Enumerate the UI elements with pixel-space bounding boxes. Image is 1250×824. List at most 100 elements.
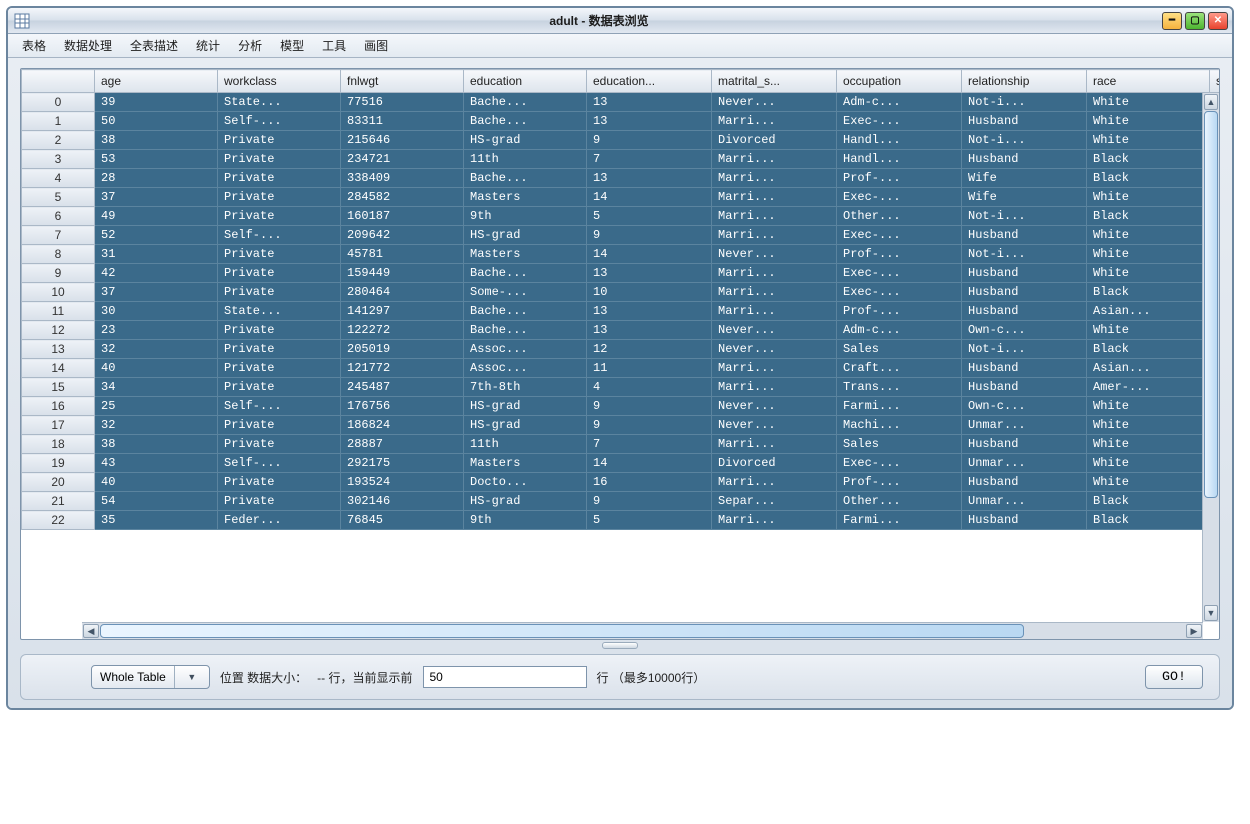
cell[interactable]: 13	[587, 93, 712, 112]
cell[interactable]: Husband	[962, 435, 1087, 454]
cell[interactable]: Never...	[712, 340, 837, 359]
menu-tools[interactable]: 工具	[314, 35, 354, 56]
cell[interactable]: 53	[95, 150, 218, 169]
vscroll-thumb[interactable]	[1204, 111, 1218, 498]
cell[interactable]: Marri...	[712, 226, 837, 245]
cell[interactable]: Exec-...	[837, 112, 962, 131]
cell[interactable]: Marri...	[712, 359, 837, 378]
col-header-education[interactable]: education	[464, 70, 587, 93]
cell[interactable]: Husband	[962, 511, 1087, 530]
row-header[interactable]: 11	[22, 302, 95, 321]
cell[interactable]: 11	[587, 359, 712, 378]
cell[interactable]: 50	[95, 112, 218, 131]
cell[interactable]: Marri...	[712, 150, 837, 169]
cell[interactable]: Bache...	[464, 264, 587, 283]
cell[interactable]: Husband	[962, 302, 1087, 321]
cell[interactable]: White	[1087, 454, 1210, 473]
scroll-left-button[interactable]: ◀	[83, 624, 99, 638]
cell[interactable]: White	[1087, 397, 1210, 416]
cell[interactable]: Own-c...	[962, 321, 1087, 340]
row-header[interactable]: 2	[22, 131, 95, 150]
cell[interactable]: 7	[587, 435, 712, 454]
cell[interactable]: Wife	[962, 188, 1087, 207]
cell[interactable]: Assoc...	[464, 359, 587, 378]
cell[interactable]: Private	[218, 150, 341, 169]
cell[interactable]: 37	[95, 283, 218, 302]
cell[interactable]: Marri...	[712, 378, 837, 397]
table-row[interactable]: 2235 Feder... 76845 9th5 Marri... Farmi.…	[22, 511, 1221, 530]
cell[interactable]: Private	[218, 416, 341, 435]
cell[interactable]: 234721	[341, 150, 464, 169]
close-button[interactable]: ✕	[1208, 12, 1228, 30]
cell[interactable]: 28	[95, 169, 218, 188]
cell[interactable]: 9	[587, 397, 712, 416]
cell[interactable]: Black	[1087, 511, 1210, 530]
cell[interactable]: Self-...	[218, 454, 341, 473]
cell[interactable]: 280464	[341, 283, 464, 302]
cell[interactable]: 4	[587, 378, 712, 397]
cell[interactable]: Not-i...	[962, 245, 1087, 264]
cell[interactable]: Husband	[962, 150, 1087, 169]
table-row[interactable]: 752 Self-... 209642 HS-grad9 Marri... Ex…	[22, 226, 1221, 245]
table-row[interactable]: 039 State... 77516 Bache...13 Never... A…	[22, 93, 1221, 112]
cell[interactable]: 122272	[341, 321, 464, 340]
cell[interactable]: 5	[587, 207, 712, 226]
cell[interactable]: Craft...	[837, 359, 962, 378]
cell[interactable]: Sales	[837, 435, 962, 454]
cell[interactable]: Prof-...	[837, 169, 962, 188]
cell[interactable]: Adm-c...	[837, 321, 962, 340]
go-button[interactable]: GO!	[1145, 665, 1203, 689]
cell[interactable]: 11th	[464, 150, 587, 169]
cell[interactable]: Feder...	[218, 511, 341, 530]
cell[interactable]: 186824	[341, 416, 464, 435]
row-header[interactable]: 14	[22, 359, 95, 378]
cell[interactable]: 54	[95, 492, 218, 511]
cell[interactable]: 77516	[341, 93, 464, 112]
cell[interactable]: Separ...	[712, 492, 837, 511]
cell[interactable]: Not-i...	[962, 131, 1087, 150]
cell[interactable]: Bache...	[464, 302, 587, 321]
menu-model[interactable]: 模型	[272, 35, 312, 56]
cell[interactable]: 284582	[341, 188, 464, 207]
cell[interactable]: Bache...	[464, 112, 587, 131]
cell[interactable]: Marri...	[712, 264, 837, 283]
cell[interactable]: Private	[218, 131, 341, 150]
table-row[interactable]: 831 Private 45781 Masters14 Never... Pro…	[22, 245, 1221, 264]
cell[interactable]: Not-i...	[962, 207, 1087, 226]
cell[interactable]: 16	[587, 473, 712, 492]
cell[interactable]: Exec-...	[837, 188, 962, 207]
cell[interactable]: Private	[218, 207, 341, 226]
cell[interactable]: White	[1087, 321, 1210, 340]
cell[interactable]: Black	[1087, 150, 1210, 169]
cell[interactable]: Private	[218, 169, 341, 188]
cell[interactable]: Other...	[837, 207, 962, 226]
scope-combo[interactable]: Whole Table ▼	[91, 665, 210, 689]
cell[interactable]: Marri...	[712, 473, 837, 492]
cell[interactable]: 31	[95, 245, 218, 264]
cell[interactable]: 121772	[341, 359, 464, 378]
cell[interactable]: State...	[218, 93, 341, 112]
cell[interactable]: 32	[95, 416, 218, 435]
row-header[interactable]: 1	[22, 112, 95, 131]
cell[interactable]: White	[1087, 264, 1210, 283]
cell[interactable]: Exec-...	[837, 454, 962, 473]
cell[interactable]: HS-grad	[464, 226, 587, 245]
cell[interactable]: 193524	[341, 473, 464, 492]
row-header[interactable]: 12	[22, 321, 95, 340]
cell[interactable]: 14	[587, 245, 712, 264]
cell[interactable]: Trans...	[837, 378, 962, 397]
cell[interactable]: 292175	[341, 454, 464, 473]
col-header-occupation[interactable]: occupation	[837, 70, 962, 93]
cell[interactable]: 12	[587, 340, 712, 359]
table-row[interactable]: 1838 Private 28887 11th7 Marri... Sales …	[22, 435, 1221, 454]
cell[interactable]: 160187	[341, 207, 464, 226]
col-header-sex[interactable]: sex	[1210, 70, 1221, 93]
row-header[interactable]: 3	[22, 150, 95, 169]
row-header[interactable]: 9	[22, 264, 95, 283]
cell[interactable]: Unmar...	[962, 454, 1087, 473]
cell[interactable]: Black	[1087, 340, 1210, 359]
cell[interactable]: Private	[218, 378, 341, 397]
table-row[interactable]: 649 Private 160187 9th5 Marri... Other..…	[22, 207, 1221, 226]
cell[interactable]: HS-grad	[464, 492, 587, 511]
table-row[interactable]: 1130 State... 141297 Bache...13 Marri...…	[22, 302, 1221, 321]
